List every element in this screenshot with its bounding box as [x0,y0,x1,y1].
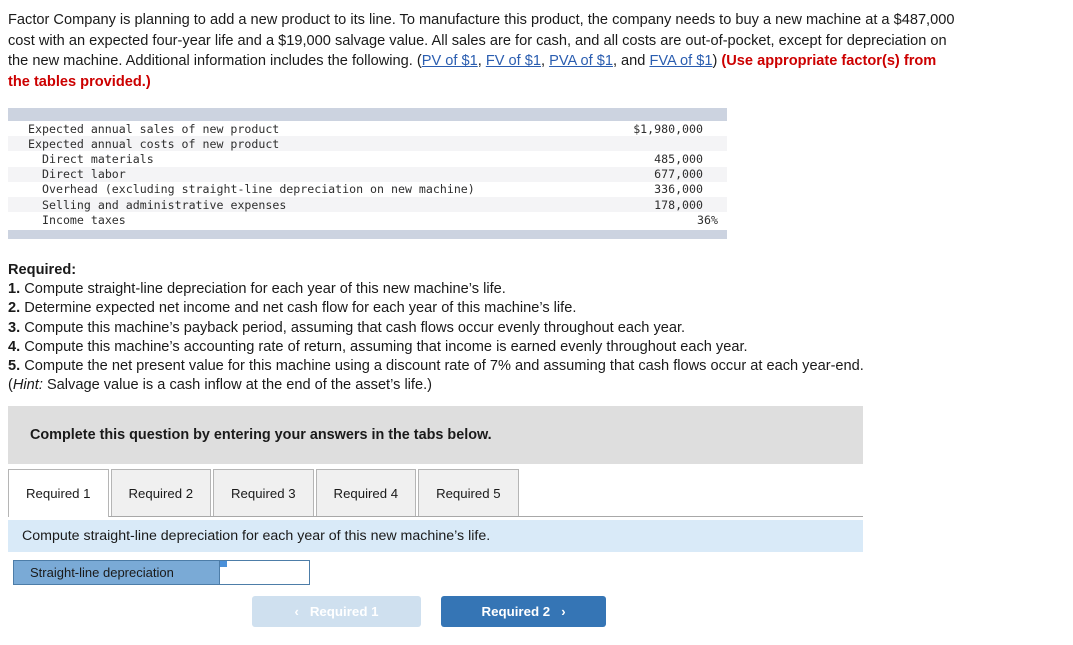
table-row: Direct labor 677,000 [8,166,727,182]
table-row: Expected annual costs of new product [8,136,727,152]
required-item: 2. Determine expected net income and net… [8,299,968,318]
previous-requirement-label: Required 1 [309,604,379,619]
table-row: Direct materials 485,000 [8,151,727,166]
required-item-number: 3. [8,319,21,336]
table-row-value: 677,000 [654,167,703,182]
tab-required-3[interactable]: Required 3 [213,469,314,516]
hint-text: Salvage value is a cash inflow at the en… [42,377,433,394]
required-item: 4. Compute this machine’s accounting rat… [8,338,968,357]
required-item-text: Determine expected net income and net ca… [20,300,577,317]
required-item: 5. Compute the net present value for thi… [8,357,968,376]
required-item-text: Compute this machine’s payback period, a… [20,319,686,336]
tab-required-4[interactable]: Required 4 [315,469,417,516]
table-bottom-bar [8,230,727,240]
financial-data-table: Expected annual sales of new product $1,9… [8,108,727,240]
tab-label: Required 1 [26,486,91,501]
chevron-right-icon: › [561,604,566,619]
required-item-number: 2. [8,300,21,317]
link-fv-of-1[interactable]: FV of $1 [486,53,541,69]
table-row-label: Expected annual sales of new product [28,121,280,136]
requirement-tabs: Required 1 Required 2 Required 3 Required 4… [8,469,863,517]
table-row: Overhead (excluding straight-line deprec… [8,182,727,197]
required-item-text: Compute the net present value for this m… [20,358,864,375]
complete-question-text: Complete this question by entering your … [30,427,492,443]
previous-requirement-button[interactable]: ‹ Required 1 [252,596,421,627]
tab-label: Required 5 [436,485,501,501]
table-row-value: 36% [697,212,718,227]
tab-label: Required 2 [128,485,194,501]
required-item: 3. Compute this machine’s payback period… [8,319,968,338]
table-row-value: 178,000 [654,197,703,212]
answer-input-cell[interactable] [220,560,310,585]
answer-row-label: Straight-line depreciation [13,560,220,585]
answer-entry-row: Straight-line depreciation [13,560,310,585]
tab-required-5[interactable]: Required 5 [418,469,519,516]
table-top-bar [8,108,727,121]
tab-navigation: ‹ Required 1 Required 2 › [252,596,606,627]
table-row-value: $1,980,000 [633,121,703,136]
required-section: Required: 1. Compute straight-line depre… [8,261,968,395]
table-row-label: Direct materials [42,151,154,166]
hint-word: Hint: [12,377,43,394]
link-separator-2: , [541,53,550,69]
table-row-label: Income taxes [42,212,126,227]
tab-required-2[interactable]: Required 2 [110,469,212,516]
tab-instruction-text: Compute straight-line depreciation for e… [22,528,491,544]
link-separator-1: , [477,53,486,69]
table-row: Income taxes 36% [8,212,727,227]
complete-question-banner: Complete this question by entering your … [8,406,863,464]
required-item-number: 4. [8,338,21,355]
table-row-label: Selling and administrative expenses [42,197,287,212]
table-row: Selling and administrative expenses 178,0… [8,196,727,213]
straight-line-depreciation-input[interactable] [220,561,309,584]
required-item-text: Compute straight-line depreciation for e… [20,281,506,298]
next-requirement-label: Required 2 [481,604,551,619]
tab-label: Required 4 [333,485,399,501]
required-item-number: 5. [8,358,21,375]
table-row-value: 336,000 [654,182,703,197]
table-row: Expected annual sales of new product $1,9… [8,121,727,136]
required-item-number: 1. [8,281,21,298]
required-item-text: Compute this machine’s accounting rate o… [20,338,748,355]
required-heading: Required: [8,262,77,278]
tab-required-1[interactable]: Required 1 [8,469,109,517]
table-row-value: 485,000 [654,151,703,166]
link-separator-3: , and [612,53,650,69]
table-row-label: Direct labor [42,167,126,182]
next-requirement-button[interactable]: Required 2 › [441,596,606,627]
link-pva-of-1[interactable]: PVA of $1 [549,53,613,69]
link-fva-of-1[interactable]: FVA of $1 [649,53,712,69]
tab-instruction-bar: Compute straight-line depreciation for e… [8,520,863,552]
table-row-label: Expected annual costs of new product [28,136,280,151]
problem-statement: Factor Company is planning to add a new … [8,10,958,92]
link-pv-of-1[interactable]: PV of $1 [422,53,478,69]
chevron-left-icon: ‹ [294,604,299,619]
required-hint: (Hint: Salvage value is a cash inflow at… [8,376,968,395]
required-items: 1. Compute straight-line depreciation fo… [8,280,968,376]
required-item: 1. Compute straight-line depreciation fo… [8,280,968,299]
table-body: Expected annual sales of new product $1,9… [8,121,727,228]
tab-label: Required 3 [231,485,296,501]
table-row-label: Overhead (excluding straight-line deprec… [42,182,475,197]
